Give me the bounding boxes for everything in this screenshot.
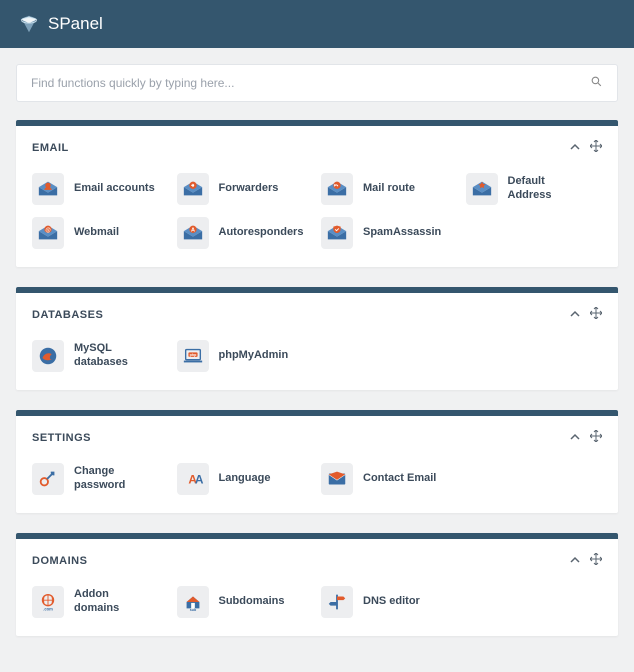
item-label: Default Address [508, 175, 590, 203]
item-label: MySQL databases [74, 342, 156, 370]
item-label: DNS editor [363, 595, 420, 609]
collapse-icon[interactable] [570, 431, 580, 445]
item-change-password[interactable]: Change password [32, 463, 169, 495]
svg-text:A: A [191, 228, 195, 234]
svg-text:.com: .com [43, 606, 53, 611]
item-email-accounts[interactable]: Email accounts [32, 173, 169, 205]
item-label: Mail route [363, 182, 415, 196]
envelope-person-icon [32, 173, 64, 205]
move-icon[interactable] [590, 553, 602, 568]
item-label: Webmail [74, 226, 119, 240]
envelope-plain-icon [321, 463, 353, 495]
item-autoresponders[interactable]: A Autoresponders [177, 217, 314, 249]
item-spamassassin[interactable]: SpamAssassin [321, 217, 458, 249]
panel-header: EMAIL [16, 126, 618, 167]
item-forwarders[interactable]: Forwarders [177, 173, 314, 205]
item-label: Addon domains [74, 588, 156, 616]
item-phpmyadmin[interactable]: php phpMyAdmin [177, 340, 314, 372]
globe-com-icon: .com [32, 586, 64, 618]
item-mysql-databases[interactable]: MySQL databases [32, 340, 169, 372]
move-icon[interactable] [590, 430, 602, 445]
item-label: Forwarders [219, 182, 279, 196]
panel-domains: DOMAINS .com Addon domains sub Subdomain… [16, 533, 618, 636]
item-mail-route[interactable]: Mail route [321, 173, 458, 205]
panel-settings: SETTINGS Change password AA Language Con… [16, 410, 618, 513]
panel-title: DATABASES [32, 309, 103, 321]
item-default-address[interactable]: Default Address [466, 173, 603, 205]
letters-icon: AA [177, 463, 209, 495]
move-icon[interactable] [590, 140, 602, 155]
svg-text:sub: sub [189, 608, 196, 612]
item-addon-domains[interactable]: .com Addon domains [32, 586, 169, 618]
envelope-at-icon: @ [32, 217, 64, 249]
logo-icon [18, 13, 40, 35]
key-icon [32, 463, 64, 495]
panel-title: SETTINGS [32, 432, 91, 444]
panel-email: EMAIL Email accounts Forwarders Mail rou… [16, 120, 618, 267]
item-label: Change password [74, 465, 156, 493]
item-language[interactable]: AA Language [177, 463, 314, 495]
house-sub-icon: sub [177, 586, 209, 618]
collapse-icon[interactable] [570, 308, 580, 322]
item-dns-editor[interactable]: DNS editor [321, 586, 458, 618]
db-dolphin-icon [32, 340, 64, 372]
brand-name: SPanel [48, 14, 103, 34]
move-icon[interactable] [590, 307, 602, 322]
panel-title: DOMAINS [32, 555, 87, 567]
search-bar[interactable] [16, 64, 618, 102]
item-webmail[interactable]: @ Webmail [32, 217, 169, 249]
item-label: Contact Email [363, 472, 436, 486]
envelope-shield-icon [321, 217, 353, 249]
item-label: Email accounts [74, 182, 155, 196]
svg-text:A: A [194, 473, 203, 487]
panel-databases: DATABASES MySQL databases php phpMyAdmin [16, 287, 618, 390]
envelope-star-icon [466, 173, 498, 205]
envelope-arrow-icon [177, 173, 209, 205]
panel-header: DATABASES [16, 293, 618, 334]
item-label: Language [219, 472, 271, 486]
item-label: phpMyAdmin [219, 349, 289, 363]
svg-text:@: @ [45, 228, 51, 234]
item-label: SpamAssassin [363, 226, 441, 240]
item-label: Subdomains [219, 595, 285, 609]
panel-title: EMAIL [32, 142, 69, 154]
laptop-pma-icon: php [177, 340, 209, 372]
signpost-icon [321, 586, 353, 618]
collapse-icon[interactable] [570, 554, 580, 568]
collapse-icon[interactable] [570, 141, 580, 155]
content-area: EMAIL Email accounts Forwarders Mail rou… [0, 48, 634, 672]
app-header: SPanel [0, 0, 634, 48]
svg-text:php: php [189, 353, 196, 357]
search-icon [590, 75, 603, 91]
envelope-route-icon [321, 173, 353, 205]
item-label: Autoresponders [219, 226, 301, 240]
item-contact-email[interactable]: Contact Email [321, 463, 458, 495]
panel-header: DOMAINS [16, 539, 618, 580]
search-input[interactable] [31, 76, 590, 90]
envelope-a-icon: A [177, 217, 209, 249]
item-subdomains[interactable]: sub Subdomains [177, 586, 314, 618]
panel-header: SETTINGS [16, 416, 618, 457]
